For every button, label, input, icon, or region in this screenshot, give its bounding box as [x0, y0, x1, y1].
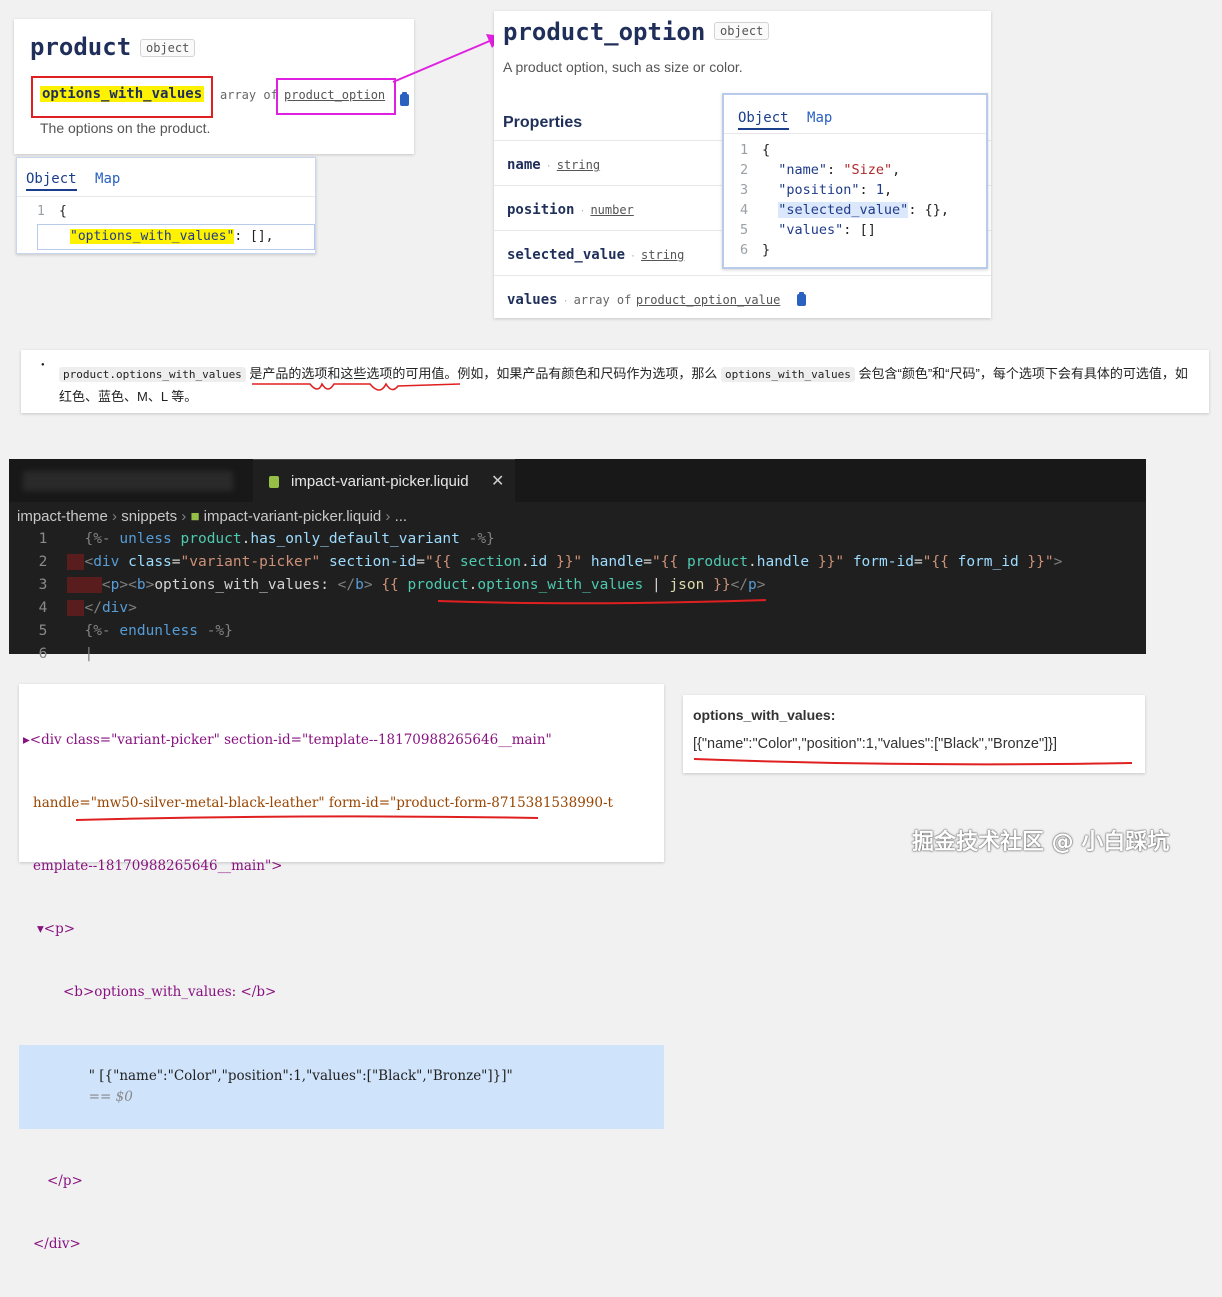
dom-line3: emplate--18170988265646__main">	[33, 858, 283, 874]
type-link[interactable]: product_option_value	[636, 293, 781, 307]
breadcrumb: impact-theme › snippets › ■ impact-varia…	[17, 508, 408, 525]
dom-text-node: " [{"name":"Color","position":1,"values"…	[88, 1068, 513, 1084]
shopify-file-icon	[269, 476, 279, 488]
dom-line8: </div>	[33, 1236, 81, 1252]
output-underline	[693, 758, 1133, 766]
code-product-options: product.options_with_values	[59, 367, 246, 382]
product-title: product	[30, 33, 132, 61]
type-link[interactable]: string	[557, 158, 600, 172]
product-option-link[interactable]: product_option	[284, 88, 385, 102]
devtools-elements-panel: ▸<div class="variant-picker" section-id=…	[19, 684, 664, 1252]
popup-tabs: Object Map	[738, 109, 846, 130]
popup-code: 1{ 2 "name": "Size", 3 "position": 1, 4 …	[740, 142, 949, 258]
product-option-example-popup: Object Map 1{ 2 "name": "Size", 3 "posit…	[722, 93, 988, 269]
close-tab-icon[interactable]: ✕	[491, 471, 504, 491]
output-value: [{"name":"Color","position":1,"values":[…	[693, 736, 1058, 752]
dom-selected-marker: == $0	[88, 1089, 133, 1105]
output-label: options_with_values:	[693, 707, 836, 723]
code-underline	[437, 599, 767, 605]
watermark: 掘金技术社区 @ 小白踩坑	[912, 830, 1170, 855]
popup-code-line2: "options_with_values": [],	[37, 224, 315, 250]
relation-arrow	[392, 34, 502, 83]
dom-line1: <div class="variant-picker" section-id="…	[29, 732, 552, 748]
options-with-values-prop[interactable]: options_with_values	[40, 86, 205, 102]
copy-icon[interactable]	[400, 91, 409, 106]
tab-object[interactable]: Object	[738, 110, 789, 130]
tab-object[interactable]: Object	[26, 171, 77, 191]
explanation-note: ● product.options_with_values 是产品的选项和这些选…	[21, 350, 1209, 413]
devtools-underline	[75, 815, 539, 821]
copy-icon[interactable]	[796, 291, 806, 306]
type-link[interactable]: string	[641, 248, 684, 262]
popup-code-line1: 1{	[37, 204, 67, 219]
editor-tab[interactable]: impact-variant-picker.liquid ✕	[253, 459, 515, 504]
note-wavy-underline	[252, 382, 461, 391]
array-of-label: array of	[220, 88, 278, 102]
code-editor: impact-variant-picker.liquid ✕ impact-th…	[9, 459, 1146, 662]
note-text: product.options_with_values 是产品的选项和这些选项的…	[59, 366, 1188, 404]
product-option-title: product_option	[503, 18, 706, 46]
popup-tabs: Object Map	[26, 170, 134, 191]
property-row-values: values · array of product_option_value	[494, 275, 991, 319]
product-example-popup: Object Map 1{ "options_with_values": [],	[16, 157, 316, 254]
dom-line7: </p>	[47, 1173, 83, 1189]
options-description: The options on the product.	[40, 120, 211, 136]
properties-heading: Properties	[503, 114, 583, 131]
product-option-description: A product option, such as size or color.	[503, 59, 743, 75]
dom-line5: <b>options_with_values: </b>	[63, 984, 277, 1000]
object-badge: object	[714, 22, 770, 40]
dom-line4: <p>	[43, 921, 76, 937]
tab-map[interactable]: Map	[807, 110, 832, 126]
object-badge: object	[140, 39, 196, 57]
code-options-with-values: options_with_values	[721, 367, 855, 382]
product-doc-card: product object options_with_values array…	[14, 19, 414, 154]
tab-map[interactable]: Map	[95, 171, 120, 187]
dom-line2: handle="mw50-silver-metal-black-leather"…	[33, 795, 613, 811]
type-link[interactable]: number	[590, 203, 633, 217]
